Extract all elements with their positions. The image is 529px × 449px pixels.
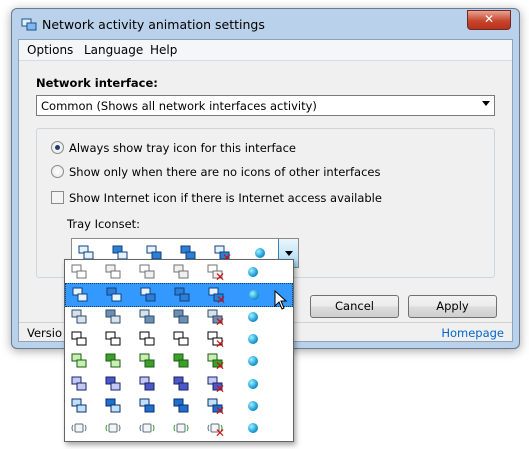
disconnected-network-icon: ✕ [207, 353, 225, 374]
menu-language[interactable]: Language [84, 43, 143, 57]
red-x-icon: ✕ [214, 403, 225, 418]
iconset-option[interactable]: ✕ [65, 395, 291, 417]
red-x-icon: ✕ [214, 270, 225, 284]
mouse-cursor-icon [274, 290, 288, 310]
radio-show-only-when[interactable]: Show only when there are no icons of oth… [51, 165, 381, 179]
internet-icon-checkbox[interactable]: Show Internet icon if there is Internet … [51, 191, 382, 205]
menu-help[interactable]: Help [150, 43, 177, 57]
radio-always-show[interactable]: Always show tray icon for this interface [51, 141, 296, 155]
internet-globe-icon [255, 248, 265, 258]
network-both-icon [173, 420, 189, 436]
network-send-icon [105, 353, 121, 369]
red-x-icon: ✕ [214, 359, 225, 374]
disconnected-network-icon: ✕ [207, 420, 225, 441]
window-title: Network activity animation settings [42, 17, 265, 32]
red-x-icon: ✕ [214, 381, 225, 396]
network-both-icon [173, 376, 189, 392]
homepage-link[interactable]: Homepage [441, 326, 504, 340]
network-send-icon [105, 420, 121, 436]
network-both-icon [173, 331, 189, 347]
disconnected-network-icon: ✕ [207, 309, 225, 329]
internet-globe-icon [249, 290, 259, 301]
internet-globe-icon [248, 400, 258, 411]
radio-unselected-icon [51, 165, 64, 178]
network-recv-icon [139, 353, 155, 369]
network-idle-icon [71, 376, 87, 392]
network-both-icon [174, 287, 190, 303]
version-text: Versio [27, 326, 62, 340]
network-recv-icon [139, 420, 155, 436]
iconset-option[interactable]: ✕ [65, 261, 291, 283]
network-both-icon [173, 398, 189, 414]
disconnected-network-icon: ✕ [207, 264, 225, 284]
radio-always-label: Always show tray icon for this interface [69, 141, 296, 155]
disconnected-network-icon: ✕ [207, 398, 225, 418]
iconset-option[interactable]: ✕ [65, 283, 293, 308]
network-interface-select[interactable]: Common (Shows all network interfaces act… [36, 95, 495, 116]
menu-bar: Options Language Help [19, 40, 512, 61]
iconset-option[interactable]: ✕ [65, 350, 291, 372]
red-x-icon: ✕ [214, 314, 225, 329]
menu-options[interactable]: Options [27, 43, 73, 57]
internet-globe-icon [248, 333, 258, 344]
apply-button[interactable]: Apply [408, 295, 497, 318]
iconset-option[interactable]: ✕ [65, 306, 291, 328]
iconset-option[interactable]: ✕ [65, 373, 291, 395]
close-button[interactable]: ✕ [467, 10, 511, 30]
network-recv-icon [139, 331, 155, 347]
title-bar[interactable]: Network activity animation settings ✕ [12, 9, 519, 39]
network-idle-icon [71, 353, 87, 369]
network-send-icon [105, 398, 121, 414]
network-interface-label: Network interface: [36, 76, 158, 90]
internet-globe-icon [248, 423, 258, 434]
red-x-icon: ✕ [214, 336, 225, 351]
network-both-icon [173, 309, 189, 325]
network-recv-icon [139, 309, 155, 325]
radio-only-label: Show only when there are no icons of oth… [69, 165, 381, 179]
network-recv-icon [140, 287, 156, 303]
chevron-down-icon [482, 101, 490, 106]
network-send-icon [106, 287, 122, 303]
disconnected-network-icon: ✕ [208, 287, 226, 308]
network-both-icon [173, 264, 189, 280]
network-both-icon [173, 353, 189, 369]
tray-iconset-label: Tray Iconset: [67, 217, 141, 231]
network-send-icon [105, 376, 121, 392]
network-idle-icon [71, 264, 87, 280]
network-idle-icon [71, 331, 87, 347]
network-interface-value: Common (Shows all network interfaces act… [41, 99, 317, 113]
internet-globe-icon [248, 267, 258, 277]
internet-globe-icon [248, 311, 258, 322]
internet-globe-icon [248, 356, 258, 367]
iconset-option[interactable]: ✕ [65, 417, 291, 439]
checkbox-box [51, 191, 64, 204]
internet-globe-icon [248, 378, 258, 389]
iconset-option[interactable]: ✕ [65, 328, 291, 350]
network-recv-icon [139, 264, 155, 280]
network-recv-icon [139, 398, 155, 414]
internet-checkbox-label: Show Internet icon if there is Internet … [69, 191, 382, 205]
cancel-button[interactable]: Cancel [310, 295, 399, 318]
network-send-icon [105, 309, 121, 325]
disconnected-network-icon: ✕ [207, 376, 225, 396]
red-x-icon: ✕ [215, 293, 226, 308]
red-x-icon: ✕ [214, 426, 225, 441]
network-idle-icon [71, 309, 87, 325]
disconnected-network-icon: ✕ [207, 331, 225, 351]
network-idle-icon [72, 287, 88, 303]
radio-selected-icon [51, 141, 64, 154]
network-app-icon [21, 18, 37, 31]
network-idle-icon [71, 398, 87, 414]
network-send-icon [105, 264, 121, 280]
network-send-icon [105, 331, 121, 347]
network-idle-icon [71, 420, 87, 436]
network-recv-icon [139, 376, 155, 392]
iconset-dropdown-list: ✕ ✕ ✕ ✕ ✕ ✕ ✕ ✕ [64, 259, 294, 442]
